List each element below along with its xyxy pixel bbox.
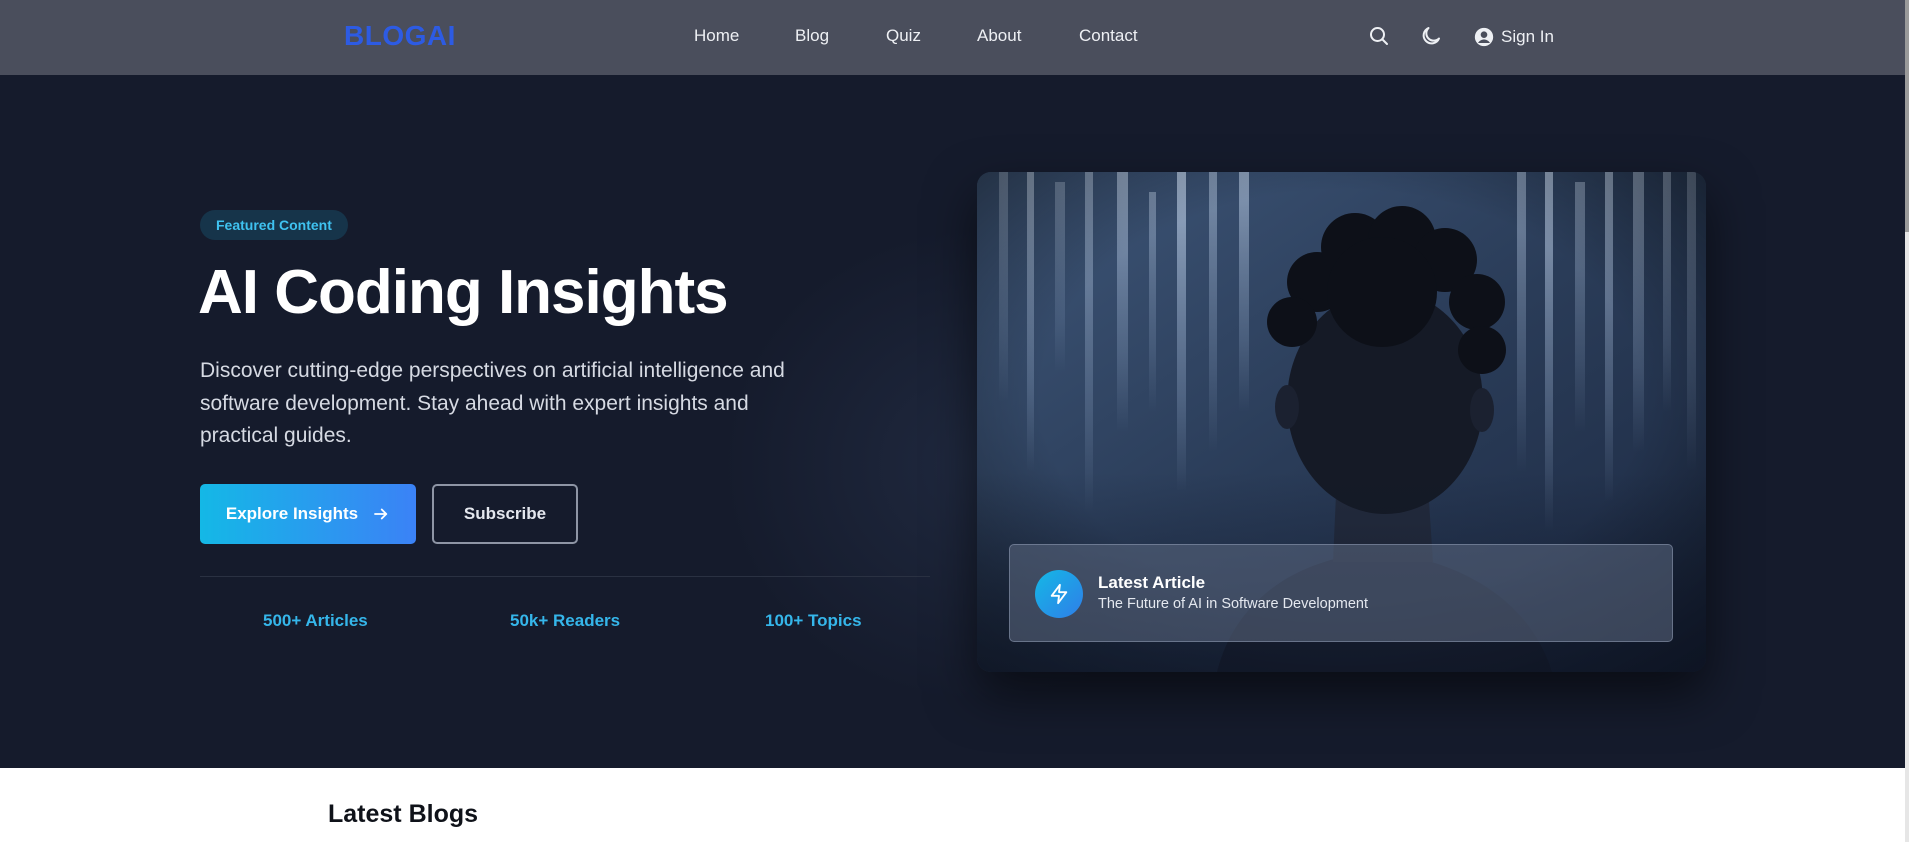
stats-divider [200, 576, 930, 577]
navbar: BLOGAI Home Blog Quiz About Contact Sign… [0, 0, 1905, 75]
sign-in-button[interactable]: Sign In [1473, 24, 1554, 50]
lightning-icon [1035, 570, 1083, 618]
site-logo[interactable]: BLOGAI [344, 20, 456, 52]
latest-blogs-heading: Latest Blogs [328, 800, 479, 828]
nav-link-home[interactable]: Home [694, 26, 739, 46]
arrow-right-icon [374, 508, 388, 520]
latest-article-card[interactable]: Latest Article The Future of AI in Softw… [1009, 544, 1673, 642]
explore-insights-button[interactable]: Explore Insights [200, 484, 416, 544]
stat-articles: 500+ Articles [263, 611, 368, 630]
subscribe-button[interactable]: Subscribe [432, 484, 578, 544]
scrollbar-thumb[interactable] [1905, 0, 1909, 232]
nav-link-about[interactable]: About [977, 26, 1021, 46]
featured-image-card[interactable]: Latest Article The Future of AI in Softw… [977, 172, 1706, 672]
nav-link-contact[interactable]: Contact [1079, 26, 1138, 46]
sign-in-label: Sign In [1501, 27, 1554, 46]
moon-icon[interactable] [1419, 24, 1443, 48]
latest-article-label: Latest Article [1098, 573, 1206, 592]
nav-link-blog[interactable]: Blog [795, 26, 829, 46]
hero-section: Featured Content AI Coding Insights Disc… [0, 75, 1905, 768]
explore-insights-label: Explore Insights [225, 504, 359, 523]
hero-title: AI Coding Insights [198, 258, 729, 327]
stat-topics: 100+ Topics [765, 611, 862, 630]
latest-article-title[interactable]: The Future of AI in Software Development [1098, 596, 1368, 612]
stat-readers: 50k+ Readers [510, 611, 621, 630]
featured-badge: Featured Content [200, 210, 348, 240]
hero-description: Discover cutting-edge perspectives on ar… [200, 359, 785, 447]
user-circle-icon [1474, 27, 1494, 47]
search-icon[interactable] [1367, 24, 1391, 48]
nav-link-quiz[interactable]: Quiz [886, 26, 921, 46]
